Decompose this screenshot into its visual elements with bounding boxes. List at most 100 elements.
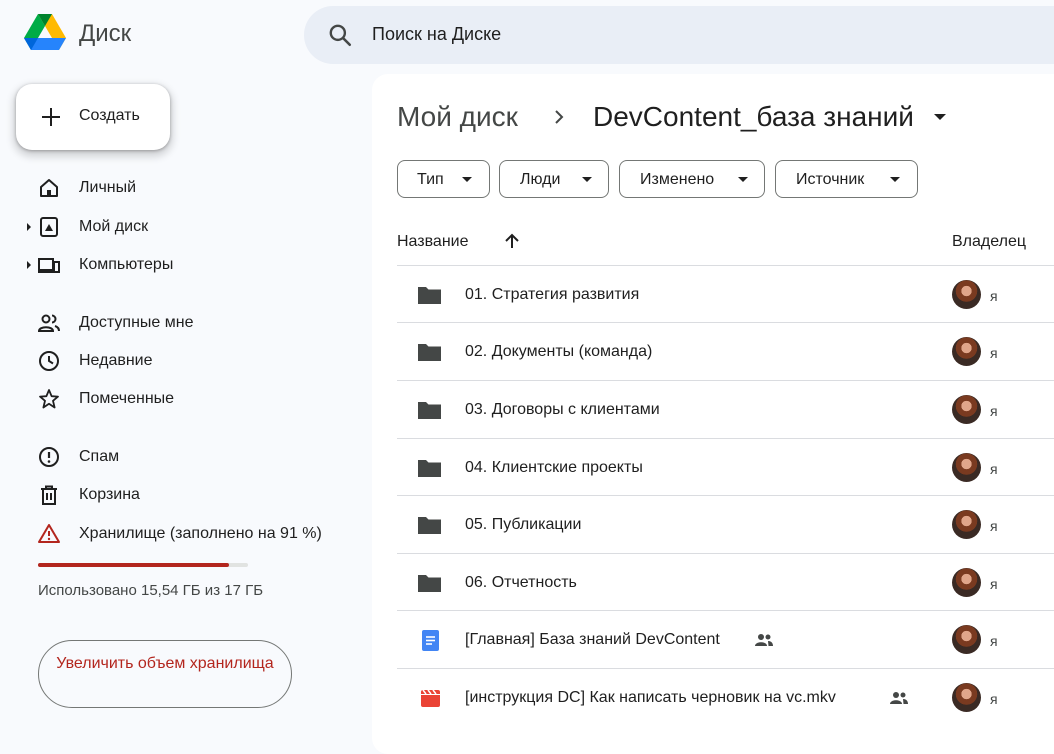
nav-item-storage[interactable]: Хранилище (заполнено на 91 %) [0,516,360,552]
owner-avatar [952,453,981,482]
folder-icon [418,402,441,419]
nav-label: Личный [79,179,137,196]
owner-name: я [990,345,998,361]
column-header-owner[interactable]: Владелец [952,233,1026,251]
spam-icon [39,447,59,467]
nav-item-starred[interactable]: Помеченные [0,381,360,417]
filter-label: Люди [520,171,561,188]
clock-icon [39,351,59,371]
filter-label: Тип [417,171,444,188]
owner-avatar [952,280,981,309]
table-row[interactable]: 04. Клиентские проекты я [397,438,1054,496]
file-name: 03. Договоры с клиентами [465,401,660,418]
table-row[interactable]: 02. Документы (команда) я [397,322,1054,380]
storage-progress-bar [38,563,248,567]
column-header-name[interactable]: Название [397,233,469,251]
google-drive-logo-icon[interactable] [22,14,68,56]
owner-avatar [952,625,981,654]
computers-icon [38,258,60,273]
nav-label: Компьютеры [79,256,174,273]
nav-item-personal[interactable]: Личный [0,170,360,206]
folder-icon [418,344,441,361]
dropdown-caret-icon[interactable] [934,114,946,120]
shared-icon [890,692,908,704]
nav-label: Мой диск [79,218,149,235]
owner-avatar [952,568,981,597]
breadcrumb-current[interactable]: DevContent_база знаний [593,101,914,133]
chevron-right-icon [555,110,564,124]
file-name: 01. Стратегия развития [465,286,640,303]
table-row[interactable]: [инструкция DC] Как написать черновик на… [397,668,1054,726]
sort-arrow-up-icon[interactable] [503,232,521,250]
owner-name: я [990,403,998,419]
google-doc-icon [422,630,439,651]
nav-label: Недавние [79,352,153,369]
search-icon[interactable] [327,22,353,48]
nav-item-recent[interactable]: Недавние [0,343,360,379]
file-name: 05. Публикации [465,516,582,533]
owner-name: я [990,691,998,707]
nav-label: Помеченные [79,390,175,407]
filter-people[interactable]: Люди [499,160,609,198]
nav-label: Доступные мне [79,314,194,331]
filter-label: Источник [796,171,865,188]
nav-label: Спам [79,448,120,465]
chevron-down-icon [738,177,748,182]
filter-modified[interactable]: Изменено [619,160,765,198]
chevron-down-icon [890,177,900,182]
filter-label: Изменено [640,171,715,188]
owner-name: я [990,288,998,304]
owner-avatar [952,683,981,712]
nav-label: Хранилище (заполнено на 91 %) [79,525,322,542]
warning-icon [38,524,60,543]
plus-icon [42,108,60,126]
expand-arrow-icon[interactable] [27,261,31,269]
app-title: Диск [79,20,132,47]
table-row[interactable]: [Главная] База знаний DevContent я [397,610,1054,668]
home-icon [40,179,58,197]
star-icon [39,389,59,409]
file-name: [инструкция DC] Как написать черновик на… [465,689,836,706]
upgrade-storage-button[interactable]: Увеличить объем хранилища [38,640,292,708]
nav-item-shared-with-me[interactable]: Доступные мне [0,305,360,341]
storage-usage-text: Использовано 15,54 ГБ из 17 ГБ [38,582,264,599]
upgrade-storage-label: Увеличить объем хранилища [56,655,274,672]
filter-type[interactable]: Тип [397,160,490,198]
expand-arrow-icon[interactable] [27,223,31,231]
nav-item-trash[interactable]: Корзина [0,477,360,513]
folder-icon [418,460,441,477]
file-name: 04. Клиентские проекты [465,459,643,476]
create-button[interactable]: Создать [16,84,170,150]
owner-avatar [952,510,981,539]
my-drive-icon [40,217,58,237]
chevron-down-icon [462,177,472,182]
nav-item-spam[interactable]: Спам [0,439,360,475]
chevron-down-icon [582,177,592,182]
table-row[interactable]: 01. Стратегия развития я [397,265,1054,323]
owner-avatar [952,337,981,366]
shared-people-icon [37,314,60,332]
filter-source[interactable]: Источник [775,160,918,198]
file-name: 02. Документы (команда) [465,343,653,360]
owner-name: я [990,461,998,477]
table-row[interactable]: 03. Договоры с клиентами я [397,380,1054,438]
search-input[interactable] [372,24,872,45]
create-label: Создать [79,107,140,124]
folder-icon [418,287,441,304]
nav-label: Корзина [79,486,140,503]
nav-item-my-drive[interactable]: Мой диск [0,209,360,245]
table-row[interactable]: 06. Отчетность я [397,553,1054,611]
folder-icon [418,575,441,592]
folder-icon [418,517,441,534]
file-name: 06. Отчетность [465,574,577,591]
owner-avatar [952,395,981,424]
table-row[interactable]: 05. Публикации я [397,495,1054,553]
owner-name: я [990,576,998,592]
shared-icon [755,634,773,646]
storage-progress-fill [38,563,230,567]
nav-item-computers[interactable]: Компьютеры [0,247,360,283]
owner-name: я [990,518,998,534]
breadcrumb-root[interactable]: Мой диск [397,101,518,133]
owner-name: я [990,633,998,649]
file-name: [Главная] База знаний DevContent [465,631,720,648]
